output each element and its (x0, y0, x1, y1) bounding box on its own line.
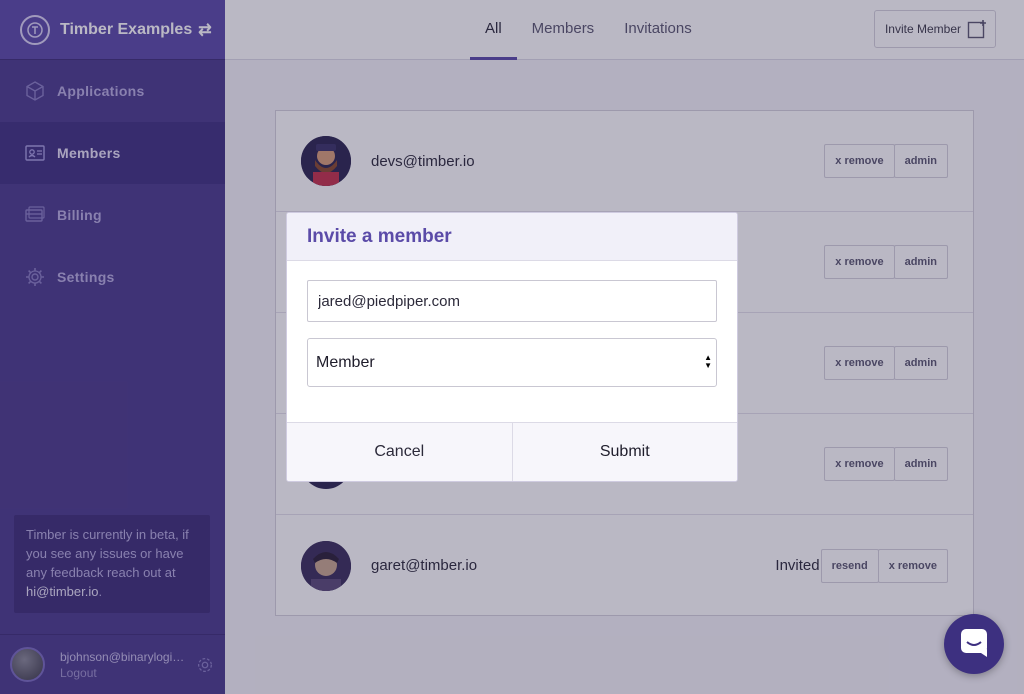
dialog-title: Invite a member (307, 225, 452, 247)
chat-icon (959, 627, 989, 662)
dialog-footer: Cancel Submit (287, 422, 737, 481)
select-arrows-icon: ▲ ▼ (704, 353, 712, 370)
dialog-header: Invite a member (287, 213, 737, 261)
role-select[interactable]: Member ▲ ▼ (307, 338, 717, 387)
email-field[interactable] (307, 280, 717, 322)
cancel-button[interactable]: Cancel (287, 423, 513, 481)
submit-button[interactable]: Submit (513, 423, 738, 481)
chat-launcher-button[interactable] (944, 614, 1004, 674)
invite-member-dialog: Invite a member Member ▲▼ Cancel Submit (286, 212, 738, 482)
role-select-value: Member (316, 353, 375, 371)
